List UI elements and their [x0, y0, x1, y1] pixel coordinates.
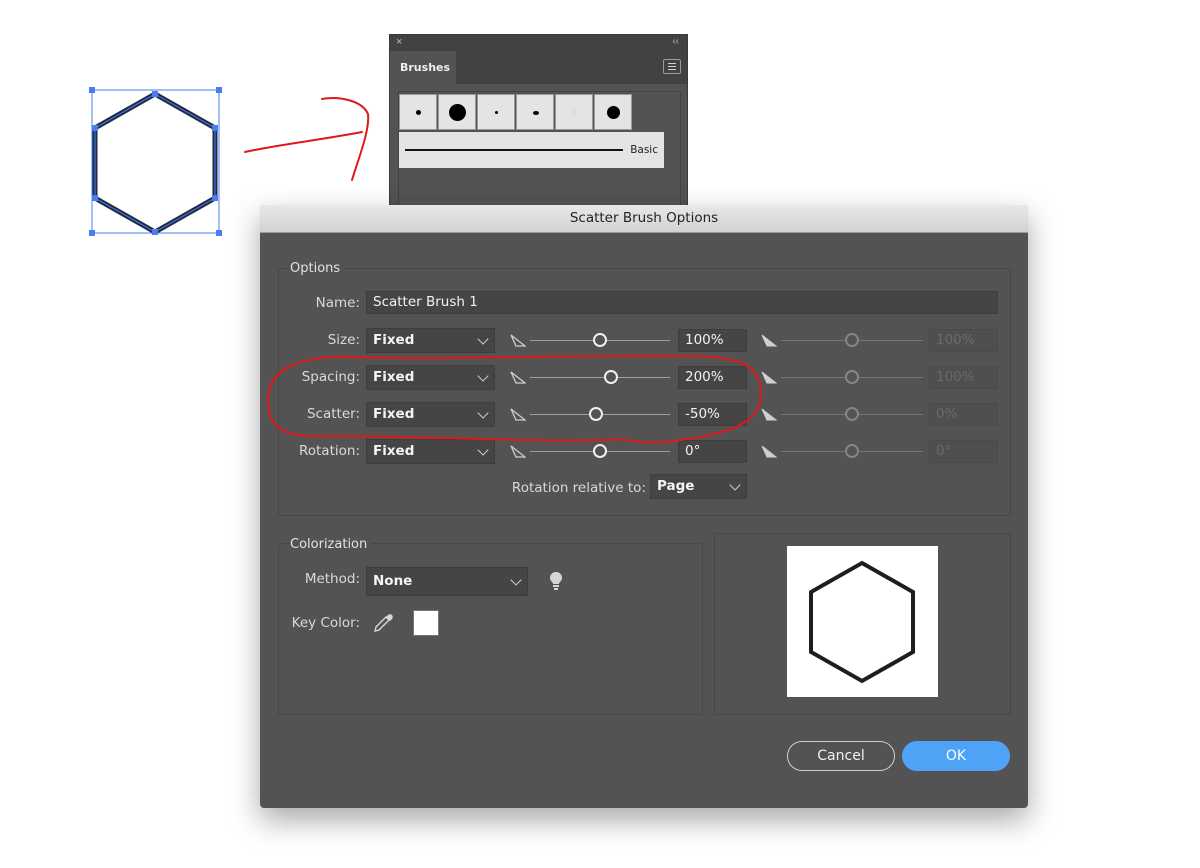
canvas-hexagon-shape[interactable] [88, 86, 226, 242]
pressure-max-icon[interactable] [761, 408, 777, 422]
scatter-brush-options-dialog: Scatter Brush Options Options Name: Scat… [260, 205, 1028, 808]
row-mode-value: Fixed [373, 332, 415, 348]
row-value2-field: 100% [929, 366, 998, 389]
brush-basic-row[interactable]: Basic [399, 132, 664, 168]
row-mode-value: Fixed [373, 406, 415, 422]
row-label: Size: [327, 332, 360, 348]
basic-brush-label: Basic [630, 144, 658, 156]
row-slider-knob[interactable] [593, 444, 607, 458]
key-color-swatch[interactable] [413, 610, 439, 636]
row-value-field[interactable]: 0° [678, 440, 747, 463]
collapse-icon[interactable]: ‹‹ [672, 36, 679, 47]
pressure-max-icon[interactable] [761, 371, 777, 385]
row-slider-knob[interactable] [588, 407, 603, 421]
hamburger-menu-icon[interactable] [663, 59, 681, 74]
row-mode-select[interactable]: Fixed [366, 328, 495, 353]
basic-brush-stroke [405, 149, 623, 151]
brush-swatch-faint[interactable] [555, 94, 593, 130]
colorization-group-title: Colorization [290, 537, 372, 552]
row-value2-field: 100% [929, 329, 998, 352]
brush-swatch-dot-small[interactable] [399, 94, 437, 130]
method-value: None [373, 573, 413, 589]
row-value-field[interactable]: 200% [678, 366, 747, 389]
preview-hexagon-icon [809, 560, 915, 684]
lightbulb-icon[interactable] [549, 571, 563, 591]
chevron-down-icon [729, 479, 741, 491]
chevron-down-icon [477, 407, 489, 419]
ok-button[interactable]: OK [902, 741, 1010, 771]
key-color-label: Key Color: [291, 615, 360, 631]
dialog-title: Scatter Brush Options [260, 205, 1028, 233]
pressure-min-icon[interactable] [510, 445, 526, 459]
brush-swatch-tiny[interactable] [477, 94, 515, 130]
pressure-max-icon[interactable] [761, 334, 777, 348]
row-value2-field: 0% [929, 403, 998, 426]
chevron-down-icon [510, 574, 522, 586]
row-mode-value: Fixed [373, 369, 415, 385]
brush-preview [787, 546, 938, 697]
close-icon[interactable]: × [396, 36, 402, 48]
row-slider2-knob [845, 370, 859, 384]
brushes-panel: × ‹‹ Brushes Basic [389, 34, 688, 234]
method-label: Method: [304, 571, 360, 587]
brush-swatches: Basic [398, 91, 681, 219]
chevron-down-icon [477, 444, 489, 456]
annotation-arrow-head [321, 97, 370, 181]
row-label: Spacing: [301, 369, 360, 385]
brush-swatch-dot-large[interactable] [438, 94, 476, 130]
row-slider2-knob [845, 407, 859, 421]
name-label: Name: [315, 295, 360, 311]
rotation-relative-value: Page [657, 478, 695, 494]
chevron-down-icon [477, 333, 489, 345]
row-mode-select[interactable]: Fixed [366, 365, 495, 390]
pressure-max-icon[interactable] [761, 445, 777, 459]
method-select[interactable]: None [366, 567, 528, 596]
tab-brushes[interactable]: Brushes [390, 51, 456, 84]
row-label: Rotation: [298, 443, 360, 459]
pressure-min-icon[interactable] [510, 334, 526, 348]
panel-topbar: × ‹‹ [390, 35, 687, 51]
row-label: Scatter: [306, 406, 360, 422]
row-value-field[interactable]: -50% [678, 403, 747, 426]
row-slider-knob[interactable] [593, 333, 607, 347]
options-group-title: Options [290, 261, 345, 276]
row-slider-track[interactable] [530, 377, 670, 378]
pressure-min-icon[interactable] [510, 371, 526, 385]
panel-tabstrip: Brushes [390, 51, 687, 84]
row-value-field[interactable]: 100% [678, 329, 747, 352]
pressure-min-icon[interactable] [510, 408, 526, 422]
cancel-button[interactable]: Cancel [787, 741, 895, 771]
row-mode-select[interactable]: Fixed [366, 439, 495, 464]
brush-swatch-oval[interactable] [516, 94, 554, 130]
brush-swatch-dot-medium[interactable] [594, 94, 632, 130]
annotation-arrow-shaft [244, 131, 363, 153]
name-field[interactable]: Scatter Brush 1 [366, 291, 998, 314]
rotation-relative-select[interactable]: Page [650, 474, 747, 499]
eyedropper-icon[interactable] [372, 612, 394, 634]
row-mode-value: Fixed [373, 443, 415, 459]
row-value2-field: 0° [929, 440, 998, 463]
row-slider2-knob [845, 444, 859, 458]
rotation-relative-label: Rotation relative to: [511, 480, 646, 496]
chevron-down-icon [477, 370, 489, 382]
row-mode-select[interactable]: Fixed [366, 402, 495, 427]
row-slider2-knob [845, 333, 859, 347]
